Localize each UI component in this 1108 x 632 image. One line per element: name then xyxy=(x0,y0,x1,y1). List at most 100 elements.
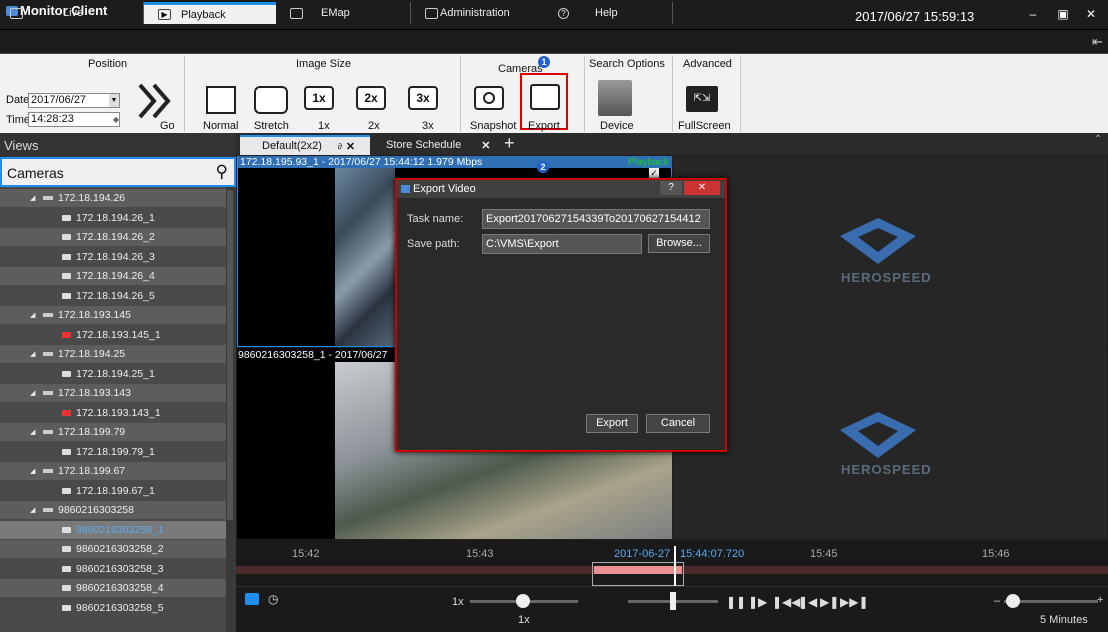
add-view-icon[interactable]: + xyxy=(504,134,515,152)
dropdown-arrow-icon[interactable]: ▼ xyxy=(109,94,119,107)
tab-help[interactable]: ? Help xyxy=(558,2,668,24)
tree-camera[interactable]: 9860216303258_2 xyxy=(0,540,226,558)
zoom-2x-button[interactable]: 2x xyxy=(368,120,380,132)
sync-icon[interactable] xyxy=(245,593,259,605)
skip-end-icon[interactable]: ▶▶❚ xyxy=(840,595,869,609)
tree-camera[interactable]: 9860216303258_1 xyxy=(0,520,226,539)
snapshot-icon[interactable] xyxy=(474,86,504,110)
tree-camera[interactable]: 172.18.193.145_1 xyxy=(0,326,226,344)
task-name-input[interactable]: Export20170627154339To20170627154412 xyxy=(482,209,710,229)
expand-icon[interactable]: ◢ xyxy=(30,428,36,436)
maximize-icon[interactable]: ▣ xyxy=(1052,5,1074,23)
scroll-thumb[interactable] xyxy=(227,190,233,520)
tree-device[interactable]: ◢ 172.18.194.26 xyxy=(0,189,226,207)
time-field[interactable]: 14:28:23 ◆ xyxy=(28,112,120,127)
cameras-search-bar[interactable]: Cameras ⚲ xyxy=(0,157,236,187)
cameras-label: Cameras xyxy=(7,165,64,181)
tree-device[interactable]: ◢ 9860216303258 xyxy=(0,501,226,519)
zoom-out-icon[interactable]: – xyxy=(994,595,1000,607)
zoom-2x-icon[interactable]: 2x xyxy=(356,86,386,110)
stretch-icon[interactable] xyxy=(254,86,288,114)
normal-size-icon[interactable] xyxy=(206,86,236,114)
clock-icon[interactable]: ◷ xyxy=(268,592,278,606)
tree-scrollbar[interactable] xyxy=(226,187,236,632)
device-button[interactable]: Device xyxy=(600,120,634,132)
tree-camera[interactable]: 172.18.194.26_3 xyxy=(0,248,226,266)
zoom-knob[interactable] xyxy=(1006,594,1020,608)
tree-device[interactable]: ◢ 172.18.199.67 xyxy=(0,462,226,480)
dialog-close-icon[interactable]: ✕ xyxy=(684,181,720,195)
prev-frame-icon[interactable]: ❚◀ xyxy=(798,595,817,609)
stretch-button[interactable]: Stretch xyxy=(254,120,289,132)
tree-label: 9860216303258 xyxy=(58,504,134,516)
tab-default-view[interactable]: Default(2x2) ∂ ✕ xyxy=(240,135,370,155)
spinner-icon[interactable]: ◆ xyxy=(113,113,119,126)
tree-camera[interactable]: 9860216303258_4 xyxy=(0,579,226,597)
date-field[interactable]: 2017/06/27 ▼ xyxy=(28,93,120,108)
tab-administration[interactable]: Administration xyxy=(425,2,520,24)
zoom-3x-button[interactable]: 3x xyxy=(422,120,434,132)
pin-icon[interactable]: ∂ xyxy=(338,142,342,151)
close-tab-icon[interactable]: ✕ xyxy=(346,140,355,153)
snapshot-button[interactable]: Snapshot xyxy=(470,120,516,132)
dialog-help-icon[interactable]: ? xyxy=(660,181,682,195)
expand-icon[interactable]: ◢ xyxy=(30,467,36,475)
tab-live[interactable]: Live xyxy=(10,2,140,24)
expand-icon[interactable]: ◢ xyxy=(30,350,36,358)
close-tab-icon[interactable]: ✕ xyxy=(481,139,490,152)
expand-icon[interactable]: ◢ xyxy=(30,389,36,397)
time-cursor[interactable] xyxy=(674,546,676,586)
tree-camera[interactable]: 9860216303258_5 xyxy=(0,599,226,617)
skip-start-icon[interactable]: ❚◀◀ xyxy=(772,595,801,609)
export-confirm-button[interactable]: Export xyxy=(586,414,638,433)
go-button[interactable]: Go xyxy=(160,120,175,132)
expand-icon[interactable]: ◢ xyxy=(30,311,36,319)
zoom-1x-button[interactable]: 1x xyxy=(318,120,330,132)
tree-device[interactable]: ◢ 172.18.193.143 xyxy=(0,384,226,402)
tab-emap[interactable]: EMap xyxy=(290,2,410,24)
normal-button[interactable]: Normal xyxy=(203,120,238,132)
speed-knob[interactable] xyxy=(516,594,530,608)
group-separator xyxy=(740,56,741,132)
tree-camera[interactable]: 172.18.194.26_4 xyxy=(0,267,226,285)
tab-store-schedule[interactable]: Store Schedule ✕ xyxy=(386,135,498,155)
zoom-1x-icon[interactable]: 1x xyxy=(304,86,334,110)
close-icon[interactable]: ✕ xyxy=(1080,5,1102,23)
tree-device[interactable]: ◢ 172.18.193.145 xyxy=(0,306,226,324)
step-forward-icon[interactable]: ❚▶ xyxy=(748,595,767,609)
export-button[interactable]: Export xyxy=(528,120,560,132)
zoom-in-icon[interactable]: + xyxy=(1097,594,1103,606)
tree-camera[interactable]: 9860216303258_3 xyxy=(0,560,226,578)
collapse-icon[interactable]: ⌃ xyxy=(1094,134,1102,145)
tree-camera[interactable]: 172.18.194.26_5 xyxy=(0,287,226,305)
tree-camera[interactable]: 172.18.194.25_1 xyxy=(0,365,226,383)
go-chevron-icon[interactable] xyxy=(136,82,176,120)
cancel-button[interactable]: Cancel xyxy=(646,414,710,433)
save-path-input[interactable]: C:\VMS\Export xyxy=(482,234,642,254)
tree-camera[interactable]: 172.18.194.26_1 xyxy=(0,209,226,227)
frame-knob[interactable] xyxy=(670,592,676,610)
zoom-3x-icon[interactable]: 3x xyxy=(408,86,438,110)
tree-device[interactable]: ◢ 172.18.194.25 xyxy=(0,345,226,363)
minimize-icon[interactable]: – xyxy=(1022,5,1044,23)
checkbox-icon[interactable]: ✓ xyxy=(649,168,659,178)
search-icon[interactable]: ⚲ xyxy=(216,162,228,182)
fullscreen-icon[interactable]: ⇱⇲ xyxy=(686,86,718,112)
tick-label: 15:45 xyxy=(810,548,838,560)
tree-device[interactable]: ◢ 172.18.199.79 xyxy=(0,423,226,441)
browse-button[interactable]: Browse... xyxy=(648,234,710,253)
tree-camera[interactable]: 172.18.194.26_2 xyxy=(0,228,226,246)
expand-icon[interactable]: ◢ xyxy=(30,194,36,202)
tree-camera[interactable]: 172.18.199.67_1 xyxy=(0,482,226,500)
pause-icon[interactable]: ❚❚ xyxy=(726,595,746,609)
tree-camera[interactable]: 172.18.199.79_1 xyxy=(0,443,226,461)
tab-playback[interactable]: ▶ Playback xyxy=(144,2,276,24)
next-frame-icon[interactable]: ▶❚ xyxy=(820,595,839,609)
device-search-icon[interactable] xyxy=(598,80,632,116)
camera-icon xyxy=(62,526,71,533)
export-video-icon[interactable] xyxy=(530,84,560,110)
logout-icon[interactable]: ⇤ xyxy=(1092,34,1103,50)
tree-camera[interactable]: 172.18.193.143_1 xyxy=(0,404,226,422)
expand-icon[interactable]: ◢ xyxy=(30,506,36,514)
fullscreen-button[interactable]: FullScreen xyxy=(678,120,731,132)
